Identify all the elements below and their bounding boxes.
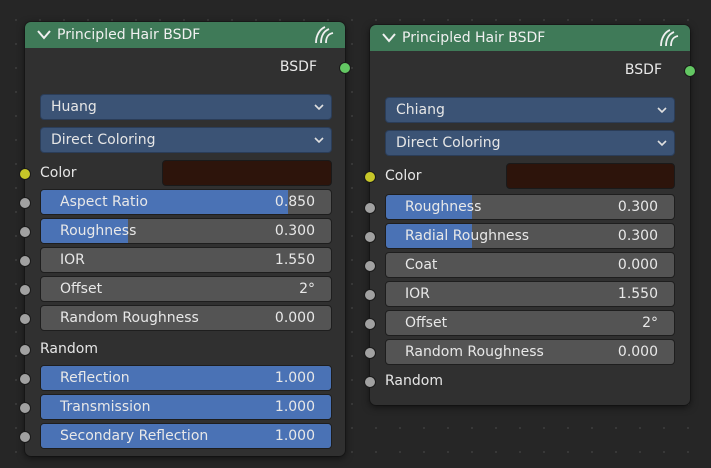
coat-value: 0.000	[617, 257, 658, 273]
bsdf-output-socket[interactable]	[339, 62, 351, 74]
bsdf-output-socket[interactable]	[684, 65, 696, 77]
coat-input-socket[interactable]	[364, 260, 376, 272]
color-label: Color	[40, 165, 77, 181]
roughness-value: 0.300	[617, 199, 658, 215]
model-dropdown-value: Huang	[51, 99, 97, 115]
transmission-label: Transmission	[60, 399, 151, 415]
offset-input-socket[interactable]	[364, 318, 376, 330]
color-input-socket[interactable]	[364, 171, 376, 183]
reflection-input-socket[interactable]	[19, 373, 31, 385]
hair-icon	[658, 28, 680, 48]
model-dropdown[interactable]: Chiang	[385, 97, 675, 123]
random-input-socket[interactable]	[364, 376, 376, 388]
color-label: Color	[385, 168, 422, 184]
node-title: Principled Hair BSDF	[402, 30, 546, 46]
coat-field[interactable]: Coat 0.000	[385, 252, 675, 278]
secondary-reflection-field[interactable]: Secondary Reflection 1.000	[40, 423, 332, 449]
random-label: Random	[385, 373, 443, 389]
ior-label: IOR	[60, 252, 85, 268]
random-roughness-input-socket[interactable]	[364, 347, 376, 359]
roughness-label: Roughness	[60, 223, 137, 239]
ior-value: 1.550	[617, 286, 658, 302]
aspect-ratio-value: 0.850	[274, 194, 315, 210]
random-label: Random	[40, 341, 98, 357]
roughness-value: 0.300	[274, 223, 315, 239]
ior-value: 1.550	[274, 252, 315, 268]
output-label-bsdf: BSDF	[279, 59, 317, 75]
color-swatch[interactable]	[506, 163, 675, 189]
model-dropdown[interactable]: Huang	[40, 94, 332, 120]
random-roughness-field[interactable]: Random Roughness 0.000	[385, 339, 675, 365]
roughness-input-socket[interactable]	[19, 226, 31, 238]
transmission-value: 1.000	[274, 399, 315, 415]
reflection-field[interactable]: Reflection 1.000	[40, 365, 332, 391]
random-input-socket[interactable]	[19, 344, 31, 356]
transmission-input-socket[interactable]	[19, 402, 31, 414]
node-header[interactable]: Principled Hair BSDF	[370, 25, 690, 51]
output-label-bsdf: BSDF	[624, 62, 662, 78]
reflection-label: Reflection	[60, 370, 130, 386]
transmission-field[interactable]: Transmission 1.000	[40, 394, 332, 420]
offset-label: Offset	[405, 315, 448, 331]
parametrization-dropdown-value: Direct Coloring	[396, 135, 501, 151]
color-swatch[interactable]	[162, 160, 332, 186]
secondary-reflection-value: 1.000	[274, 428, 315, 444]
secondary-reflection-input-socket[interactable]	[19, 431, 31, 443]
roughness-label: Roughness	[405, 199, 482, 215]
random-roughness-field[interactable]: Random Roughness 0.000	[40, 305, 332, 331]
radial-roughness-value: 0.300	[617, 228, 658, 244]
random-roughness-value: 0.000	[617, 344, 658, 360]
aspect-ratio-input-socket[interactable]	[19, 197, 31, 209]
ior-input-socket[interactable]	[364, 289, 376, 301]
random-roughness-value: 0.000	[274, 310, 315, 326]
radial-roughness-input-socket[interactable]	[364, 231, 376, 243]
node-header[interactable]: Principled Hair BSDF	[25, 22, 345, 48]
secondary-reflection-label: Secondary Reflection	[60, 428, 209, 444]
offset-field[interactable]: Offset 2°	[40, 276, 332, 302]
aspect-ratio-label: Aspect Ratio	[60, 194, 148, 210]
radial-roughness-field[interactable]: Radial Roughness 0.300	[385, 223, 675, 249]
reflection-value: 1.000	[274, 370, 315, 386]
chevron-down-icon	[314, 104, 324, 111]
random-roughness-input-socket[interactable]	[19, 313, 31, 325]
roughness-field[interactable]: Roughness 0.300	[40, 218, 332, 244]
parametrization-dropdown[interactable]: Direct Coloring	[40, 127, 332, 153]
offset-input-socket[interactable]	[19, 284, 31, 296]
node-title: Principled Hair BSDF	[57, 27, 201, 43]
principled-hair-node-chiang[interactable]: Principled Hair BSDF BSDF Chiang Direct …	[364, 25, 696, 405]
offset-field[interactable]: Offset 2°	[385, 310, 675, 336]
offset-value: 2°	[299, 281, 315, 297]
ior-input-socket[interactable]	[19, 255, 31, 267]
roughness-field[interactable]: Roughness 0.300	[385, 194, 675, 220]
ior-field[interactable]: IOR 1.550	[385, 281, 675, 307]
offset-label: Offset	[60, 281, 103, 297]
coat-label: Coat	[405, 257, 438, 273]
ior-label: IOR	[405, 286, 430, 302]
random-roughness-label: Random Roughness	[405, 344, 544, 360]
chevron-down-icon	[314, 137, 324, 144]
chevron-down-icon	[657, 140, 667, 147]
roughness-input-socket[interactable]	[364, 202, 376, 214]
chevron-down-icon	[657, 107, 667, 114]
ior-field[interactable]: IOR 1.550	[40, 247, 332, 273]
model-dropdown-value: Chiang	[396, 102, 445, 118]
radial-roughness-label: Radial Roughness	[405, 228, 530, 244]
aspect-ratio-field[interactable]: Aspect Ratio 0.850	[40, 189, 332, 215]
random-roughness-label: Random Roughness	[60, 310, 199, 326]
principled-hair-node-huang[interactable]: Principled Hair BSDF BSDF Huang Direct C…	[19, 22, 351, 456]
color-input-socket[interactable]	[19, 168, 31, 180]
chevron-down-icon[interactable]	[35, 26, 53, 44]
chevron-down-icon[interactable]	[380, 29, 398, 47]
offset-value: 2°	[642, 315, 658, 331]
parametrization-dropdown-value: Direct Coloring	[51, 132, 156, 148]
parametrization-dropdown[interactable]: Direct Coloring	[385, 130, 675, 156]
hair-icon	[313, 25, 335, 45]
